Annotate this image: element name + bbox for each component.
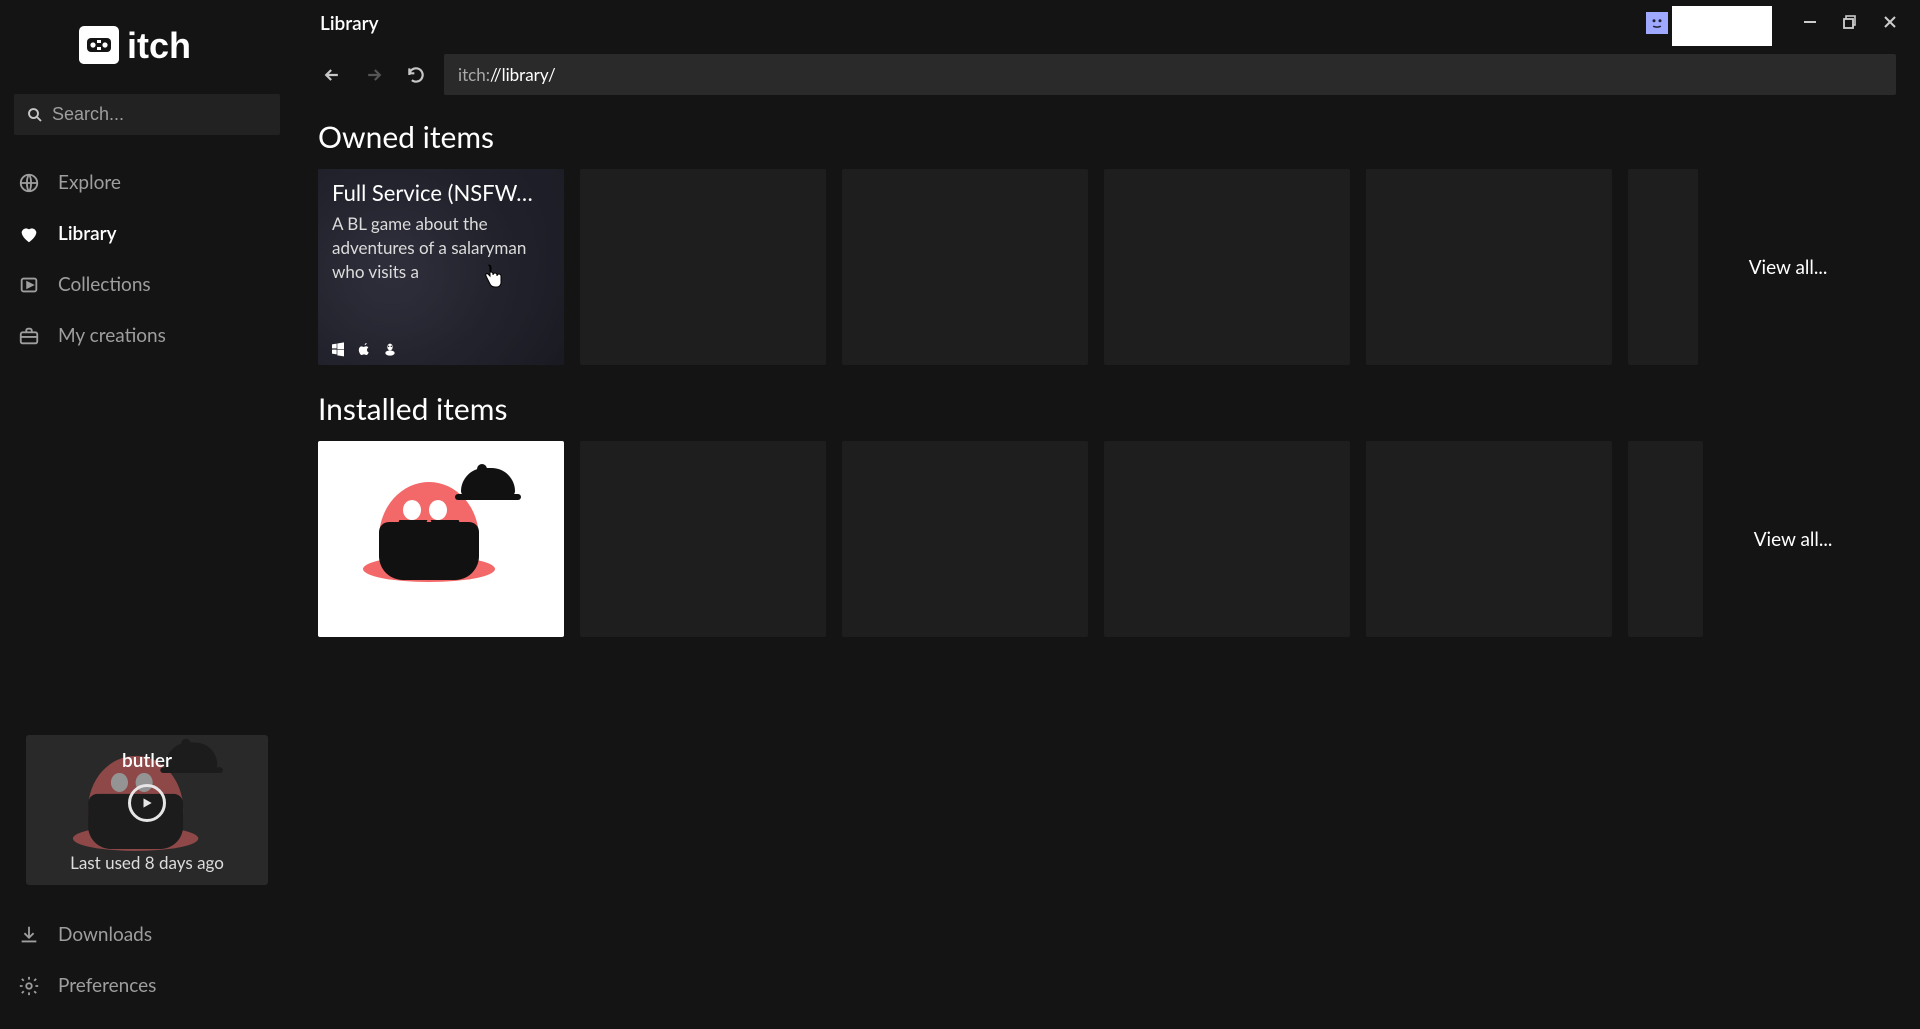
installed-view-all[interactable]: View all... bbox=[1703, 528, 1883, 551]
owned-card[interactable]: Full Service (NSFW… A BL game about the … bbox=[318, 169, 564, 365]
nav-reload-button[interactable] bbox=[402, 61, 430, 89]
sidebar-label: Preferences bbox=[58, 974, 156, 997]
sidebar-item-creations[interactable]: My creations bbox=[0, 310, 294, 361]
browser-toolbar: itch://library/ bbox=[294, 46, 1920, 105]
sidebar-label: Collections bbox=[58, 273, 151, 296]
card-description: A BL game about the adventures of a sala… bbox=[332, 212, 550, 283]
sidebar-item-explore[interactable]: Explore bbox=[0, 157, 294, 208]
featured-title: butler bbox=[36, 749, 258, 772]
url-bar[interactable]: itch://library/ bbox=[444, 54, 1896, 95]
window-maximize-button[interactable] bbox=[1830, 6, 1870, 38]
featured-play[interactable] bbox=[36, 784, 258, 822]
window-close-button[interactable] bbox=[1870, 6, 1910, 38]
search-input[interactable] bbox=[52, 104, 268, 125]
user-name[interactable] bbox=[1672, 6, 1772, 46]
title-bar: Library bbox=[294, 0, 1920, 46]
sidebar-item-preferences[interactable]: Preferences bbox=[0, 960, 294, 1011]
card-thumbnail bbox=[318, 441, 564, 637]
url-path: //library/ bbox=[490, 64, 556, 85]
content: Owned items Full Service (NSFW… A BL gam… bbox=[294, 105, 1920, 673]
installed-card-placeholder[interactable] bbox=[1366, 441, 1612, 637]
windows-icon bbox=[330, 341, 346, 357]
installed-title: Installed items bbox=[318, 391, 1896, 427]
installed-card-placeholder[interactable] bbox=[1104, 441, 1350, 637]
installed-row bbox=[318, 441, 1703, 637]
owned-card-placeholder[interactable] bbox=[842, 169, 1088, 365]
apple-icon bbox=[356, 341, 372, 357]
globe-icon bbox=[16, 172, 42, 194]
featured-subtitle: Last used 8 days ago bbox=[36, 852, 258, 873]
user-avatar[interactable] bbox=[1646, 12, 1668, 34]
sidebar-label: My creations bbox=[58, 324, 166, 347]
nav-forward-button[interactable] bbox=[360, 61, 388, 89]
app-logo[interactable]: itch bbox=[0, 18, 294, 72]
installed-card-placeholder[interactable] bbox=[1628, 441, 1703, 637]
gear-icon bbox=[16, 975, 42, 997]
owned-card-placeholder[interactable] bbox=[580, 169, 826, 365]
download-icon bbox=[16, 924, 42, 946]
sidebar-bottom-nav: Downloads Preferences bbox=[0, 909, 294, 1029]
sidebar-label: Explore bbox=[58, 171, 121, 194]
owned-card-placeholder[interactable] bbox=[1628, 169, 1698, 365]
heart-icon bbox=[16, 223, 42, 245]
sidebar-item-collections[interactable]: Collections bbox=[0, 259, 294, 310]
briefcase-icon bbox=[16, 325, 42, 347]
play-icon bbox=[128, 784, 166, 822]
owned-title: Owned items bbox=[318, 119, 1896, 155]
installed-card[interactable] bbox=[318, 441, 564, 637]
owned-view-all[interactable]: View all... bbox=[1698, 256, 1878, 279]
sidebar-label: Downloads bbox=[58, 923, 152, 946]
sidebar-item-library[interactable]: Library bbox=[0, 208, 294, 259]
svg-text:itch: itch bbox=[127, 25, 191, 66]
featured-game-card[interactable]: butler Last used 8 days ago bbox=[26, 735, 268, 885]
installed-section: Installed items bbox=[318, 391, 1896, 637]
window-minimize-button[interactable] bbox=[1790, 6, 1830, 38]
sidebar-item-downloads[interactable]: Downloads bbox=[0, 909, 294, 960]
url-scheme: itch: bbox=[458, 64, 490, 85]
search-box[interactable] bbox=[14, 94, 280, 135]
linux-icon bbox=[382, 341, 398, 357]
sidebar: itch Explore bbox=[0, 0, 294, 1029]
search-icon bbox=[26, 106, 44, 124]
installed-card-placeholder[interactable] bbox=[580, 441, 826, 637]
collections-icon bbox=[16, 274, 42, 296]
owned-card-placeholder[interactable] bbox=[1366, 169, 1612, 365]
sidebar-label: Library bbox=[58, 222, 117, 245]
owned-row: Full Service (NSFW… A BL game about the … bbox=[318, 169, 1698, 365]
page-title: Library bbox=[320, 12, 379, 35]
nav-back-button[interactable] bbox=[318, 61, 346, 89]
installed-card-placeholder[interactable] bbox=[842, 441, 1088, 637]
owned-section: Owned items Full Service (NSFW… A BL gam… bbox=[318, 119, 1896, 365]
card-title: Full Service (NSFW… bbox=[332, 179, 550, 206]
card-platforms bbox=[330, 341, 398, 357]
owned-card-placeholder[interactable] bbox=[1104, 169, 1350, 365]
main-area: Library bbox=[294, 0, 1920, 1029]
sidebar-nav: Explore Library Collections bbox=[0, 157, 294, 361]
